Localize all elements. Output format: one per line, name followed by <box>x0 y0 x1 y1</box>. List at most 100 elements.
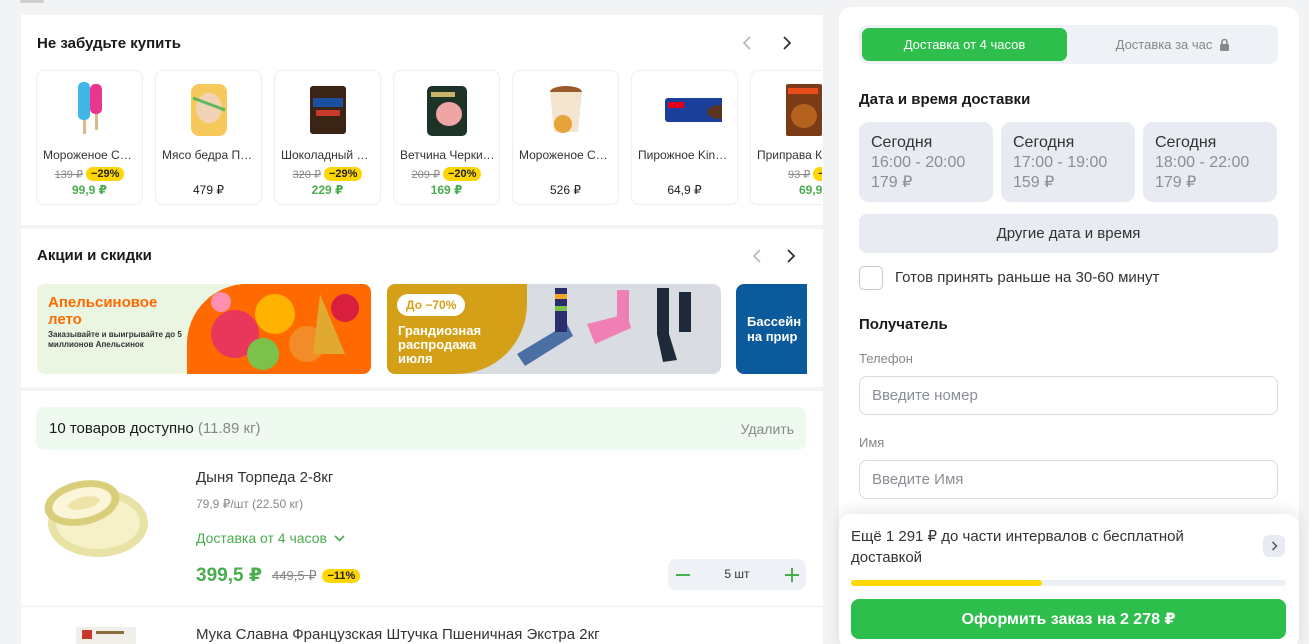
phone-label: Телефон <box>859 351 913 366</box>
flour-image <box>76 627 136 644</box>
slot-time: 16:00 - 20:00 <box>871 154 966 171</box>
product-card[interactable]: Пирожное Kin… 64,9 ₽ <box>631 70 738 205</box>
seasoning-image <box>785 84 822 136</box>
discount-badge: −29% <box>323 167 363 181</box>
discount-badge: −20% <box>442 167 482 181</box>
cart-item-name[interactable]: Мука Славна Французская Штучка Пшеничная… <box>196 626 600 643</box>
product-old-price: 209 ₽ <box>411 168 440 181</box>
chevron-right-icon <box>783 36 792 50</box>
slot-day: Сегодня <box>1013 134 1075 151</box>
chevron-left-icon <box>752 249 761 263</box>
product-card[interactable]: Мясо бедра П… 479 ₽ <box>155 70 262 205</box>
product-name: Пирожное Kin… <box>638 148 728 162</box>
promo-banner-july-sale[interactable]: До −70% Грандиозная распродажа июля <box>387 284 721 374</box>
ice-cream-cup-image <box>549 86 582 133</box>
product-name: Ветчина Черки… <box>400 148 495 162</box>
delivery-slot[interactable]: Сегодня 18:00 - 22:00 179 ₽ <box>1143 122 1277 202</box>
quantity-stepper: 5 шт <box>668 559 806 590</box>
chevron-right-icon <box>1271 541 1278 551</box>
product-name: Мороженое С… <box>43 148 132 162</box>
product-card[interactable]: Шоколадный … 320 ₽ −29% 229 ₽ <box>274 70 381 205</box>
banner-title: Грандиозная распродажа июля <box>398 323 482 366</box>
divider <box>21 606 823 607</box>
product-card[interactable]: Мороженое С… 526 ₽ <box>512 70 619 205</box>
promo-banner-orange-summer[interactable]: Апельсиновое лето Заказывайте и выигрыва… <box>37 284 371 374</box>
fruits-image <box>211 292 359 370</box>
cart-item-delivery[interactable]: Доставка от 4 часов <box>196 530 345 546</box>
tab-delivery-1h[interactable]: Доставка за час <box>1071 28 1275 61</box>
cart-item-old-price: 449,5 ₽ <box>272 567 317 583</box>
slot-day: Сегодня <box>1155 134 1217 151</box>
free-delivery-text: Ещё 1 291 ₽ до части интервалов с беспла… <box>851 528 1184 566</box>
promo-prev-arrow[interactable] <box>746 245 768 267</box>
chicken-thigh-image <box>190 84 227 136</box>
chevron-down-icon <box>334 534 345 542</box>
product-price: 169 ₽ <box>430 183 463 197</box>
availability-bar: 10 товаров доступно (11.89 кг) Удалить <box>36 407 806 450</box>
name-input[interactable] <box>859 460 1278 499</box>
early-delivery-label: Готов принять раньше на 30-60 минут <box>895 269 1160 286</box>
sale-badge: До −70% <box>397 294 466 316</box>
cart-weight: (11.89 кг) <box>197 420 261 437</box>
checkout-button[interactable]: Оформить заказ на 2 278 ₽ <box>851 599 1286 639</box>
other-date-button[interactable]: Другие дата и время <box>859 214 1278 253</box>
slot-time: 17:00 - 19:00 <box>1013 154 1108 171</box>
promo-next-arrow[interactable] <box>780 245 802 267</box>
cart-item-name[interactable]: Дыня Торпеда 2-8кг <box>196 469 333 486</box>
slot-day: Сегодня <box>871 134 933 151</box>
free-delivery-info-button[interactable] <box>1263 535 1285 557</box>
product-price: 69,99 ₽ <box>799 183 822 197</box>
product-price: 64,9 ₽ <box>667 183 702 197</box>
forget-section-title: Не забудьте купить <box>37 35 181 52</box>
tab-delivery-4h[interactable]: Доставка от 4 часов <box>862 28 1067 61</box>
available-count: 10 товаров доступно (11.89 кг) <box>49 420 261 437</box>
discount-badge: −29% <box>85 167 125 181</box>
promo-banner-pool[interactable]: Бассейн на прир <box>736 284 807 374</box>
free-delivery-progress <box>851 580 1286 586</box>
delivery-slot[interactable]: Сегодня 16:00 - 20:00 179 ₽ <box>859 122 993 202</box>
banner-subtitle: Заказывайте и выигрывайте до 5 миллионов… <box>48 330 182 349</box>
phone-input[interactable] <box>859 376 1278 415</box>
socks-image <box>517 288 691 366</box>
product-name: Шоколадный … <box>281 148 369 162</box>
product-price: 479 ₽ <box>193 183 224 197</box>
product-price: 99,9 ₽ <box>71 183 108 197</box>
pastry-image <box>664 98 722 122</box>
chevron-left-icon <box>742 36 751 50</box>
product-card[interactable]: Приправа К… 93 ₽−26 69,99 ₽ <box>750 70 822 205</box>
forget-next-arrow[interactable] <box>776 32 798 54</box>
product-price: 526 ₽ <box>550 183 581 197</box>
delivery-tabs: Доставка от 4 часов Доставка за час <box>859 25 1278 64</box>
ham-image <box>426 86 467 136</box>
early-delivery-checkbox[interactable] <box>859 266 883 290</box>
discount-badge: −26 <box>813 167 822 181</box>
product-card[interactable]: Мороженое С… 139 ₽ −29% 99,9 ₽ <box>36 70 143 205</box>
slot-price: 179 ₽ <box>871 174 913 191</box>
slot-time: 18:00 - 22:00 <box>1155 154 1250 171</box>
ice-cream-image <box>77 82 102 134</box>
cart-item-price: 399,5 ₽ <box>196 565 263 586</box>
recipient-title: Получатель <box>859 316 948 333</box>
melon-image <box>44 480 148 557</box>
progress-fill <box>851 580 1043 586</box>
top-edge-fragment <box>20 0 44 3</box>
name-label: Имя <box>859 435 885 450</box>
banner-title: Апельсиновое лето <box>48 294 158 328</box>
product-card[interactable]: Ветчина Черки… 209 ₽ −20% 169 ₽ <box>393 70 500 205</box>
promo-section-title: Акции и скидки <box>37 247 152 264</box>
tab-delivery-1h-label: Доставка за час <box>1115 37 1213 52</box>
slot-price: 179 ₽ <box>1155 174 1197 191</box>
cart-item-unit-price: 79,9 ₽/шт (22.50 кг) <box>196 497 304 511</box>
delivery-slot[interactable]: Сегодня 17:00 - 19:00 159 ₽ <box>1001 122 1135 202</box>
product-name: Мороженое С… <box>519 148 608 162</box>
chevron-right-icon <box>787 249 796 263</box>
delete-button[interactable]: Удалить <box>741 421 794 437</box>
product-old-price: 93 ₽ <box>788 168 811 181</box>
forget-prev-arrow[interactable] <box>736 32 758 54</box>
cart-item-discount: −11% <box>322 568 361 583</box>
chocolate-image <box>309 86 346 134</box>
lock-icon <box>1220 38 1230 51</box>
product-carousel: Мороженое С… 139 ₽ −29% 99,9 ₽ Мясо бедра… <box>36 70 822 205</box>
cart-item-price-row: 399,5 ₽ 449,5 ₽ −11% <box>196 564 361 587</box>
plus-icon[interactable] <box>783 566 801 584</box>
